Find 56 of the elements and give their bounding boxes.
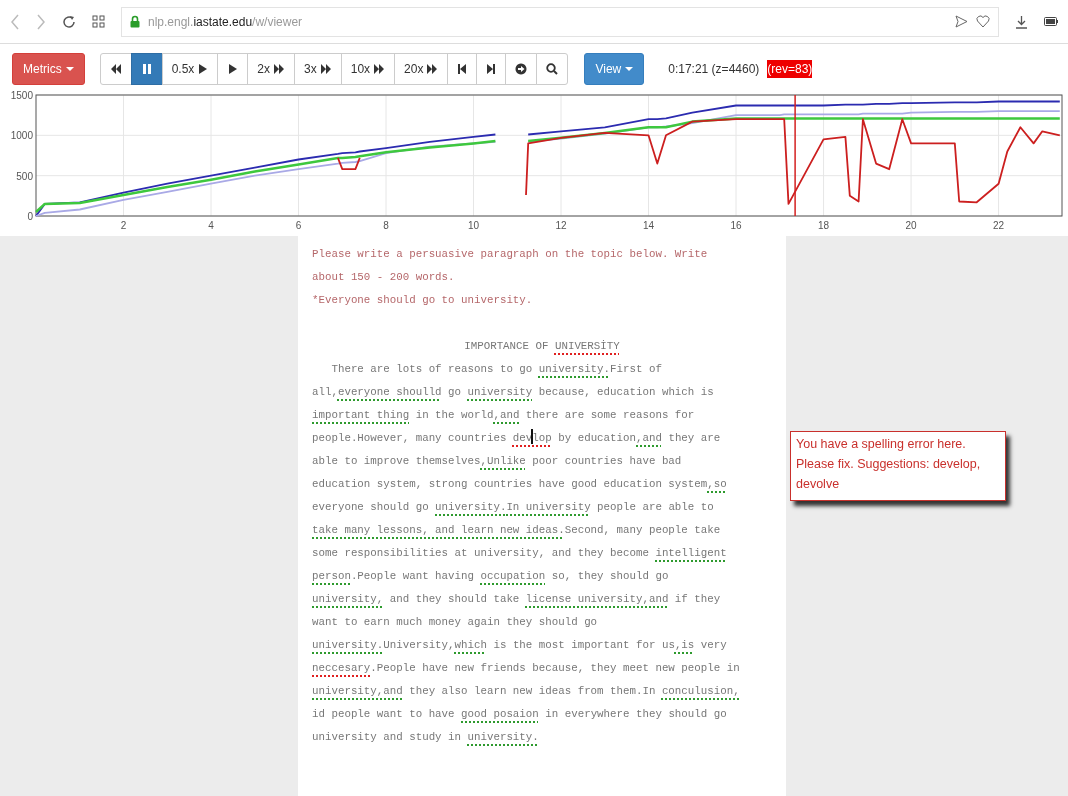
pause-button[interactable] <box>130 53 163 85</box>
pause-icon <box>140 63 153 75</box>
fast-forward-button[interactable]: 3x <box>294 53 342 85</box>
view-dropdown[interactable]: View <box>584 53 645 85</box>
circle-arrow-icon <box>515 63 528 75</box>
send-icon[interactable] <box>955 15 968 28</box>
heart-icon[interactable] <box>976 15 990 28</box>
reload-icon[interactable] <box>62 14 76 29</box>
fast-forward-icon <box>373 63 386 75</box>
x-tick-label: 16 <box>730 220 742 231</box>
y-tick-label: 500 <box>16 170 33 182</box>
battery-icon <box>1044 17 1058 26</box>
x-tick-label: 4 <box>208 220 214 231</box>
fast-forward-button[interactable]: 20x <box>394 53 449 85</box>
rewind-button[interactable] <box>99 53 132 85</box>
url-text: nlp.engl.iastate.edu/w/viewer <box>148 13 303 31</box>
grid-icon[interactable] <box>92 15 105 28</box>
play-button[interactable]: 0.5x <box>161 53 219 85</box>
x-tick-label: 18 <box>818 220 830 231</box>
skip-back-icon <box>457 63 468 75</box>
x-tick-label: 2 <box>120 220 127 231</box>
x-tick-label: 20 <box>905 220 917 231</box>
fast-forward-button[interactable]: 10x <box>340 53 396 85</box>
x-tick-label: 22 <box>993 220 1005 231</box>
download-icon[interactable] <box>1015 14 1028 29</box>
play-icon <box>197 63 209 75</box>
y-tick-label: 0 <box>27 211 33 222</box>
play-icon <box>227 63 239 75</box>
fast-forward-icon <box>273 63 286 75</box>
x-tick-label: 10 <box>467 220 480 231</box>
essay-title: IMPORTANCE OF UNIVERSİTY <box>463 339 621 354</box>
skip-back-button[interactable] <box>447 53 478 85</box>
skip-forward-icon <box>486 63 497 75</box>
essay-text: There are lots of reasons to go university.First of all,everyone shoulld go university because, education which is important thing in the world,and there are some reasons for people.However, many countries devlop by education,and they are able to improve themselves,Unlike poor countries have bad education system, strong countries have good education system,so everyone should go university.In university people are able to take many lessons, and learn new ideas.Second, many people take some responsibilities at university, and they become intelligent person.People want having occupation so, they should go university, and they should take license university,and if they want to earn much money again they should go university.University,which is the most important for us,is very neccesary.People have new friends because, they meet new people in university,and they also learn new ideas from them.In conculusion, id people want to have good posaion in everywhere they should go university and study in university. <box>312 362 741 745</box>
lock-icon <box>130 15 140 28</box>
fast-forward-icon <box>426 63 439 75</box>
spelling-tooltip: You have a spelling error here. Please fix. Suggestions: develop, devolve <box>790 431 1006 501</box>
address-bar[interactable]: nlp.engl.iastate.edu/w/viewer <box>121 6 999 37</box>
circle-arrow-button[interactable] <box>505 53 538 85</box>
metrics-dropdown[interactable]: Metrics <box>12 53 85 85</box>
y-tick-label: 1500 <box>10 90 33 101</box>
prompt-text: Please write a persuasive paragraph on the topic below. Write about 150 - 200 words. *Everyone should go to university. <box>312 247 709 308</box>
y-tick-label: 1000 <box>10 130 33 142</box>
x-tick-label: 14 <box>642 220 655 231</box>
revision-badge: (rev=83) <box>767 60 813 78</box>
search-button[interactable] <box>536 53 569 85</box>
fast-forward-button[interactable]: 2x <box>247 53 296 85</box>
fast-forward-icon <box>319 63 332 75</box>
x-tick-label: 8 <box>383 220 389 231</box>
skip-forward-button[interactable] <box>476 53 507 85</box>
play-button[interactable] <box>217 53 249 85</box>
timestamp-text: 0:17:21 (z=4460) <box>668 61 760 78</box>
x-tick-label: 12 <box>555 220 567 231</box>
search-icon <box>546 63 559 75</box>
x-tick-label: 6 <box>295 220 302 231</box>
rewind-icon <box>109 63 122 75</box>
